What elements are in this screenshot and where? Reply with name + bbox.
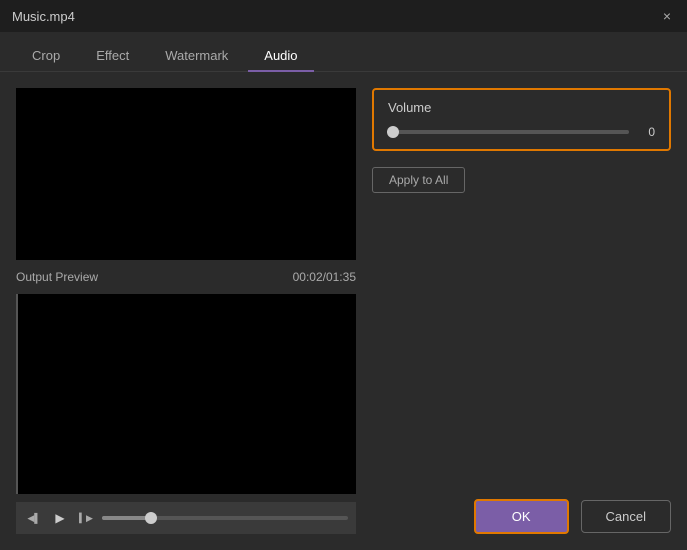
tab-bar: Crop Effect Watermark Audio	[0, 32, 687, 72]
title-bar: Music.mp4 ×	[0, 0, 687, 32]
apply-all-button[interactable]: Apply to All	[372, 167, 465, 193]
window-title: Music.mp4	[12, 9, 75, 24]
cancel-button[interactable]: Cancel	[581, 500, 671, 533]
main-content: Output Preview 00:02/01:35 ◀▌ ▶ ▍▶	[0, 72, 687, 550]
volume-slider-row: 0	[388, 125, 655, 139]
play-button[interactable]: ▶	[50, 508, 70, 528]
playback-bar: ◀▌ ▶ ▍▶	[16, 502, 356, 534]
volume-value: 0	[639, 125, 655, 139]
output-preview-video	[16, 294, 356, 494]
playback-progress-thumb[interactable]	[145, 512, 157, 524]
tab-crop[interactable]: Crop	[16, 40, 76, 71]
tab-watermark[interactable]: Watermark	[149, 40, 244, 71]
output-preview-timestamp: 00:02/01:35	[293, 270, 356, 284]
volume-slider[interactable]	[388, 130, 629, 134]
left-panel: Output Preview 00:02/01:35 ◀▌ ▶ ▍▶	[16, 88, 356, 534]
bottom-buttons: OK Cancel	[474, 499, 671, 534]
step-back-button[interactable]: ◀▌	[24, 508, 44, 528]
ok-button[interactable]: OK	[474, 499, 569, 534]
play-icon: ▶	[55, 511, 64, 525]
volume-section: Volume 0	[372, 88, 671, 151]
step-back-icon: ◀▌	[27, 513, 40, 524]
output-preview-label-row: Output Preview 00:02/01:35	[16, 268, 356, 286]
right-panel: Volume 0 Apply to All	[372, 88, 671, 534]
volume-title: Volume	[388, 100, 655, 115]
close-button[interactable]: ×	[659, 8, 675, 24]
playback-progress-fill	[102, 516, 151, 520]
step-forward-button[interactable]: ▍▶	[76, 508, 96, 528]
tab-effect[interactable]: Effect	[80, 40, 145, 71]
volume-slider-thumb[interactable]	[387, 126, 399, 138]
input-preview	[16, 88, 356, 260]
playback-progress-slider[interactable]	[102, 516, 348, 520]
tab-audio[interactable]: Audio	[248, 40, 313, 71]
output-preview-label: Output Preview	[16, 270, 98, 284]
step-forward-icon: ▍▶	[79, 513, 93, 524]
